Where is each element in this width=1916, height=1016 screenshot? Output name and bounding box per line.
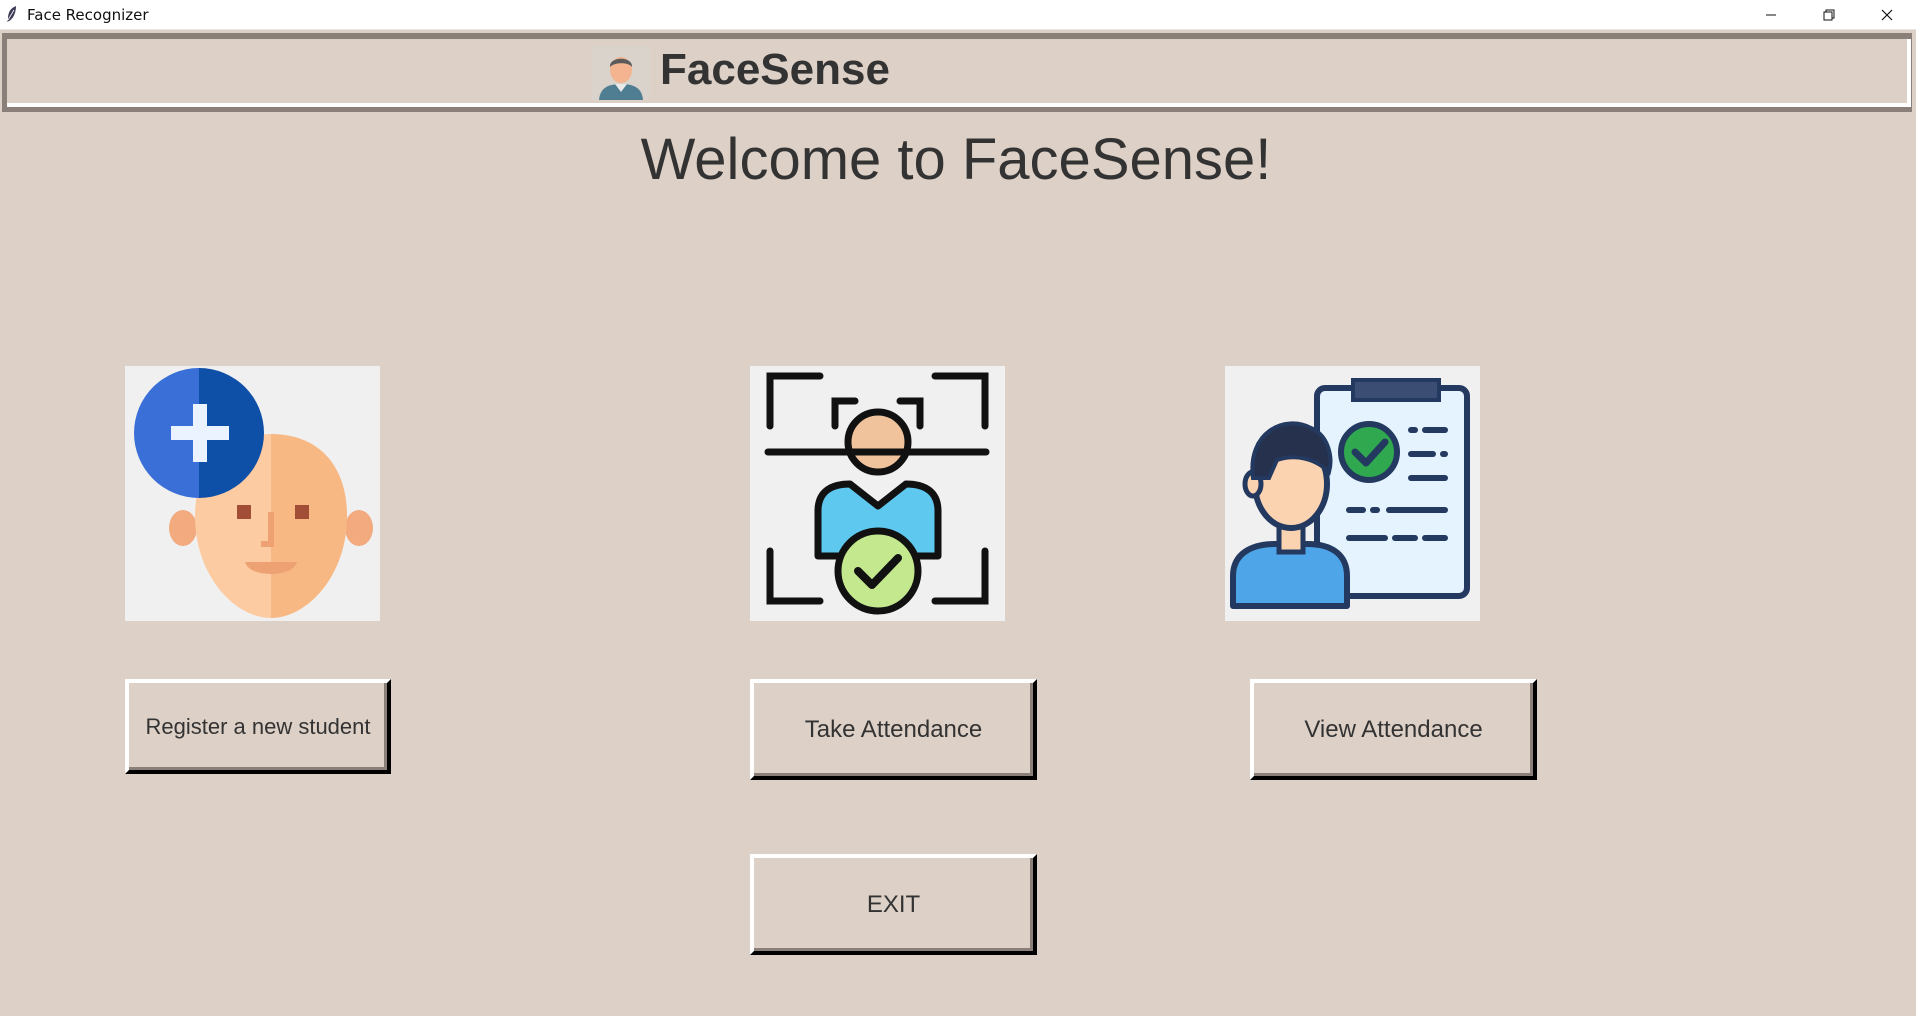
restore-button[interactable] bbox=[1800, 0, 1858, 29]
minimize-icon bbox=[1766, 14, 1776, 15]
register-student-button[interactable]: Register a new student bbox=[125, 679, 391, 774]
exit-button[interactable]: EXIT bbox=[750, 854, 1037, 955]
register-image bbox=[125, 366, 380, 621]
app-brand-name: FaceSense bbox=[660, 45, 890, 94]
close-button[interactable] bbox=[1858, 0, 1916, 29]
take-attendance-image bbox=[750, 366, 1005, 621]
add-face-icon bbox=[134, 368, 373, 618]
minimize-button[interactable] bbox=[1742, 0, 1800, 29]
clipboard-user-icon bbox=[1230, 378, 1470, 609]
window-title: Face Recognizer bbox=[27, 6, 149, 24]
view-attendance-image bbox=[1225, 366, 1480, 621]
welcome-text: Welcome to FaceSense! bbox=[640, 127, 1272, 192]
header-banner bbox=[7, 39, 1911, 107]
view-attendance-button[interactable]: View Attendance bbox=[1250, 679, 1537, 780]
welcome-heading: Welcome to FaceSense! bbox=[0, 126, 1916, 193]
face-scan-check-icon bbox=[764, 372, 990, 615]
feather-icon bbox=[7, 6, 16, 22]
take-attendance-button[interactable]: Take Attendance bbox=[750, 679, 1037, 780]
restore-icon bbox=[1823, 9, 1835, 20]
window-titlebar: Face Recognizer bbox=[0, 0, 1916, 30]
close-icon bbox=[1881, 9, 1893, 20]
user-avatar-icon bbox=[592, 46, 650, 100]
